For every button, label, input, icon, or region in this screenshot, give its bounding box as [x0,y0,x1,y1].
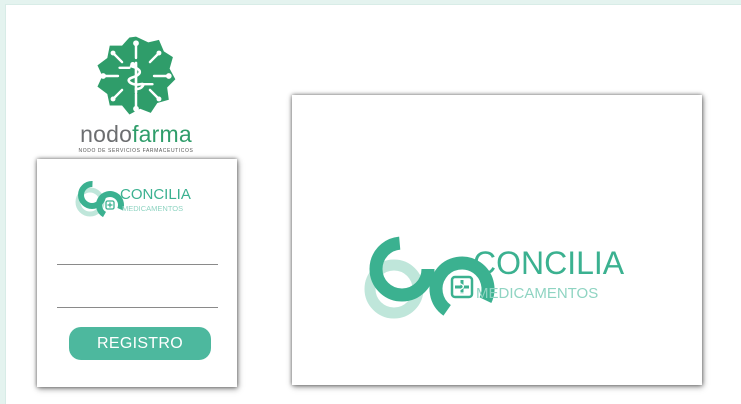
nodofarma-logo: nodofarma NODO DE SERVICIOS FARMACEUTICO… [66,35,206,157]
nodofarma-wordmark: nodofarma [66,121,206,147]
wordmark-part-farma: farma [132,121,192,147]
concilia-subtitle: MEDICAMENTOS [122,204,184,213]
nodofarma-gear-caduceus-icon [97,36,176,115]
nodofarma-tagline: NODO DE SERVICIOS FARMACEUTICOS [78,148,194,154]
wordmark-part-nodo: nodo [80,121,133,147]
concilia-logo-small: CONCILIA MEDICAMENTOS [74,176,204,220]
password-field[interactable] [57,285,218,308]
registro-button[interactable]: REGISTRO [69,327,211,360]
concilia-logo-large: CONCILIA MEDICAMENTOS [364,233,634,325]
concilia-title: CONCILIA [120,186,191,203]
preview-card: CONCILIA MEDICAMENTOS [292,95,702,385]
username-field[interactable] [57,242,218,265]
login-card: CONCILIA MEDICAMENTOS REGISTRO [37,159,237,387]
concilia-title-large: CONCILIA [473,245,625,281]
concilia-subtitle-large: MEDICAMENTOS [476,285,599,302]
app-frame: nodofarma NODO DE SERVICIOS FARMACEUTICO… [5,4,741,404]
